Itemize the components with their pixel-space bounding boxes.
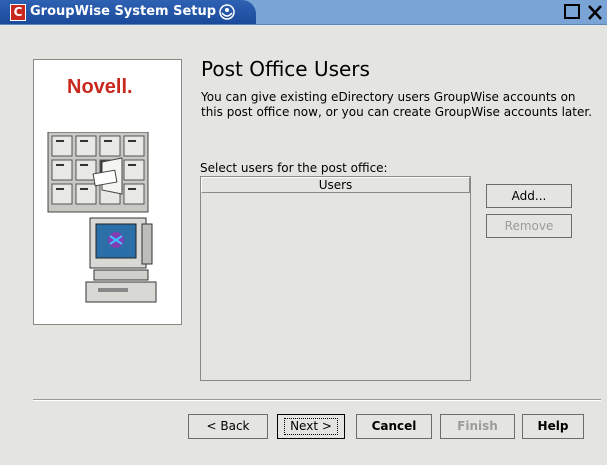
remove-button[interactable]: Remove xyxy=(486,214,572,238)
users-column-header[interactable]: Users xyxy=(201,177,470,193)
add-button[interactable]: Add... xyxy=(486,184,572,208)
back-button-label: < Back xyxy=(206,419,250,433)
back-button[interactable]: < Back xyxy=(188,414,268,439)
window-title: GroupWise System Setup xyxy=(30,4,217,19)
remove-button-label: Remove xyxy=(504,219,554,233)
close-icon[interactable] xyxy=(586,2,604,22)
title-bar: C GroupWise System Setup xyxy=(0,0,607,25)
footer-separator xyxy=(33,399,601,401)
focus-rectangle xyxy=(284,418,338,435)
post-office-illustration xyxy=(47,132,157,303)
groupwise-app-icon[interactable]: C xyxy=(10,4,26,21)
select-users-label: Select users for the post office: xyxy=(200,161,388,175)
finish-button[interactable]: Finish xyxy=(440,414,515,439)
wizard-side-panel: Novell. xyxy=(33,59,182,325)
page-description: You can give existing eDirectory users G… xyxy=(201,90,593,119)
novell-logo: Novell. xyxy=(67,76,133,98)
cancel-button-label: Cancel xyxy=(371,419,417,433)
help-button[interactable]: Help xyxy=(522,414,584,439)
page-title: Post Office Users xyxy=(201,57,370,81)
add-button-label: Add... xyxy=(511,189,547,203)
cancel-button[interactable]: Cancel xyxy=(356,414,432,439)
swirl-icon xyxy=(219,4,235,20)
maximize-button[interactable] xyxy=(564,4,580,19)
finish-button-label: Finish xyxy=(457,419,498,433)
users-list[interactable]: Users xyxy=(200,176,471,381)
help-button-label: Help xyxy=(537,419,569,433)
next-button[interactable]: Next > xyxy=(277,414,345,439)
